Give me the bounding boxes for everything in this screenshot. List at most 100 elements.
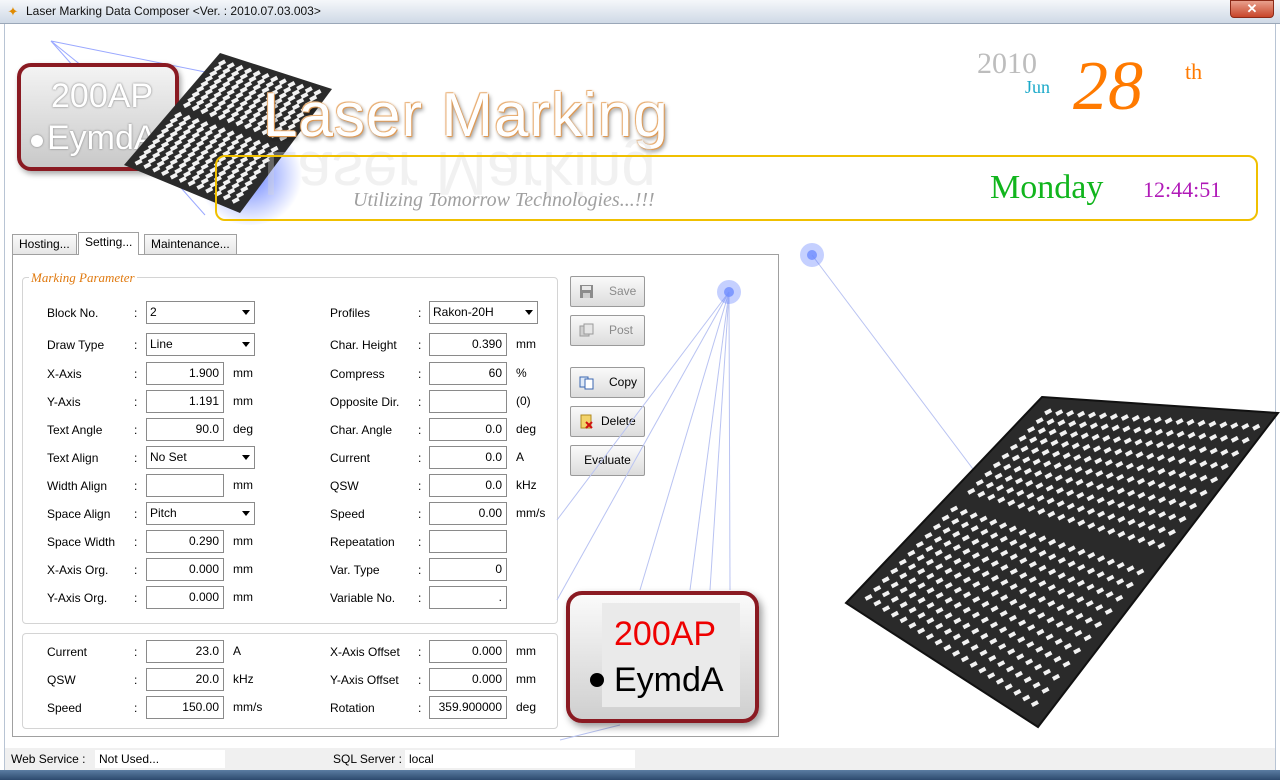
var-type-input[interactable]: 0	[429, 558, 507, 581]
x-axis-org-input[interactable]: 0.000	[146, 558, 224, 581]
space-align-select-value: Pitch	[150, 506, 177, 520]
delete-label: Delete	[601, 414, 636, 428]
speed-input[interactable]: 0.00	[429, 502, 507, 525]
laser-qsw-input[interactable]: 20.0	[146, 668, 224, 691]
copy-icon	[579, 376, 594, 390]
char-height-label: Char. Height	[330, 338, 397, 352]
speed-colon: :	[418, 507, 422, 521]
save-button[interactable]: Save	[570, 276, 645, 307]
save-label: Save	[609, 284, 637, 298]
laser-qsw-colon: :	[134, 673, 138, 687]
space-width-label: Space Width	[47, 535, 116, 549]
copy-button[interactable]: Copy	[570, 367, 645, 398]
laser-current-colon: :	[134, 645, 138, 659]
text-angle-input[interactable]: 90.0	[146, 418, 224, 441]
logo-dot	[31, 135, 43, 147]
y-axis-org-colon: :	[134, 591, 138, 605]
laser-y-axis-offset-input[interactable]: 0.000	[429, 668, 507, 691]
qsw-input[interactable]: 0.0	[429, 474, 507, 497]
tab-setting[interactable]: Setting...	[78, 232, 140, 255]
laser-qsw-label: QSW	[47, 673, 76, 687]
repeatation-label: Repeatation	[330, 535, 395, 549]
compress-label: Compress	[330, 367, 385, 381]
profiles-select[interactable]: Rakon-20H	[429, 301, 538, 324]
y-axis-org-unit: mm	[233, 590, 253, 604]
x-axis-label: X-Axis	[47, 367, 82, 381]
space-align-colon: :	[134, 507, 138, 521]
text-align-select[interactable]: No Set	[146, 446, 255, 469]
text-angle-colon: :	[134, 423, 138, 437]
chevron-down-icon	[242, 511, 250, 516]
y-axis-org-input[interactable]: 0.000	[146, 586, 224, 609]
laser-rotation-input[interactable]: 359.900000	[429, 696, 507, 719]
chevron-down-icon	[242, 310, 250, 315]
text-angle-label: Text Angle	[47, 423, 103, 437]
web-service-label: Web Service :	[11, 752, 86, 766]
block-no-label: Block No.	[47, 306, 99, 320]
qsw-label: QSW	[330, 479, 359, 493]
variable-no-colon: :	[418, 591, 422, 605]
block-no-colon: :	[134, 306, 138, 320]
profiles-select-value: Rakon-20H	[433, 305, 494, 319]
delete-icon	[580, 414, 593, 429]
width-align-input[interactable]	[146, 474, 224, 497]
compress-colon: :	[418, 367, 422, 381]
laser-rotation-unit: deg	[516, 700, 537, 714]
tab-hosting[interactable]: Hosting...	[12, 234, 77, 254]
laser-current-input[interactable]: 23.0	[146, 640, 224, 663]
repeatation-input[interactable]	[429, 530, 507, 553]
x-axis-org-unit: mm	[233, 562, 253, 576]
laser-x-axis-offset-colon: :	[418, 645, 422, 659]
compress-input[interactable]: 60	[429, 362, 507, 385]
y-axis-label: Y-Axis	[47, 395, 81, 409]
space-align-select[interactable]: Pitch	[146, 502, 255, 525]
draw-type-label: Draw Type	[47, 338, 105, 352]
preview-dot	[590, 673, 604, 687]
opposite-dir-unit: (0)	[516, 394, 531, 408]
evaluate-button[interactable]: Evaluate	[570, 445, 645, 476]
tagline: Utilizing Tomorrow Technologies...!!!	[353, 189, 655, 211]
space-width-input[interactable]: 0.290	[146, 530, 224, 553]
speed-unit: mm/s	[516, 506, 546, 520]
char-angle-unit: deg	[516, 422, 537, 436]
text-align-colon: :	[134, 451, 138, 465]
var-type-label: Var. Type	[330, 563, 380, 577]
delete-button[interactable]: Delete	[570, 406, 645, 437]
width-align-label: Width Align	[47, 479, 108, 493]
laser-rotation-colon: :	[418, 701, 422, 715]
os-taskbar	[0, 770, 1280, 780]
laser-speed-label: Speed	[47, 701, 82, 715]
x-axis-unit: mm	[233, 366, 253, 380]
char-angle-colon: :	[418, 423, 422, 437]
current-input[interactable]: 0.0	[429, 446, 507, 469]
post-button[interactable]: Post	[570, 315, 645, 346]
variable-no-input[interactable]: .	[429, 586, 507, 609]
chip-logo-preview: 200AP EymdA	[566, 591, 759, 723]
marking-parameter-title: Marking Parameter	[29, 270, 137, 286]
char-height-unit: mm	[516, 337, 536, 351]
space-width-colon: :	[134, 535, 138, 549]
date-day-suffix: th	[1185, 59, 1203, 84]
laser-y-axis-offset-label: Y-Axis Offset	[330, 673, 399, 687]
repeatation-colon: :	[418, 535, 422, 549]
block-no-select[interactable]: 2	[146, 301, 255, 324]
draw-type-select[interactable]: Line	[146, 333, 255, 356]
copy-label: Copy	[609, 375, 638, 389]
speed-label: Speed	[330, 507, 365, 521]
char-angle-input[interactable]: 0.0	[429, 418, 507, 441]
laser-x-axis-offset-label: X-Axis Offset	[330, 645, 400, 659]
current-unit: A	[516, 450, 525, 464]
x-axis-org-label: X-Axis Org.	[47, 563, 109, 577]
y-axis-input[interactable]: 1.191	[146, 390, 224, 413]
close-button[interactable]: ✕	[1230, 0, 1274, 18]
opposite-dir-input[interactable]	[429, 390, 507, 413]
x-axis-input[interactable]: 1.900	[146, 362, 224, 385]
tab-maintenance[interactable]: Maintenance...	[144, 234, 237, 254]
laser-speed-input[interactable]: 150.00	[146, 696, 224, 719]
laser-current-unit: A	[233, 644, 242, 658]
char-height-input[interactable]: 0.390	[429, 333, 507, 356]
laser-x-axis-offset-input[interactable]: 0.000	[429, 640, 507, 663]
opposite-dir-label: Opposite Dir.	[330, 395, 400, 409]
laser-y-axis-offset-colon: :	[418, 673, 422, 687]
block-no-select-value: 2	[150, 305, 157, 319]
